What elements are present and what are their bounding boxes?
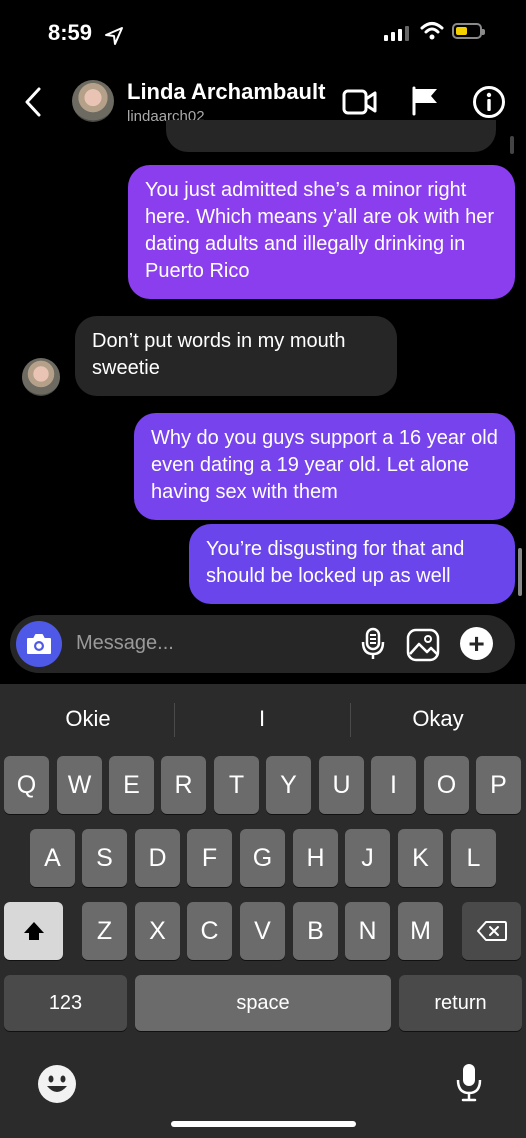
key-p[interactable]: P bbox=[476, 756, 521, 814]
camera-icon bbox=[27, 634, 51, 654]
suggestion-divider bbox=[350, 703, 351, 737]
video-camera-icon[interactable] bbox=[342, 88, 378, 116]
key-b[interactable]: B bbox=[293, 902, 338, 960]
scrollbar[interactable] bbox=[518, 548, 522, 596]
location-arrow-icon bbox=[105, 27, 123, 45]
home-indicator[interactable] bbox=[171, 1121, 356, 1127]
cellular-signal-icon bbox=[384, 26, 409, 41]
plus-icon[interactable]: + bbox=[460, 627, 493, 660]
key-y[interactable]: Y bbox=[266, 756, 311, 814]
flag-icon[interactable] bbox=[410, 86, 440, 116]
contact-name[interactable]: Linda Archambault bbox=[127, 79, 325, 105]
key-d[interactable]: D bbox=[135, 829, 180, 887]
emoji-icon[interactable] bbox=[38, 1065, 76, 1103]
received-message[interactable]: Don’t put words in my mouth sweetie bbox=[75, 316, 397, 396]
previous-message-bubble bbox=[166, 120, 496, 152]
key-w[interactable]: W bbox=[57, 756, 102, 814]
info-icon[interactable] bbox=[472, 85, 506, 119]
shift-key[interactable] bbox=[4, 902, 63, 960]
suggestion-1[interactable]: Okie bbox=[3, 706, 173, 732]
key-g[interactable]: G bbox=[240, 829, 285, 887]
key-z[interactable]: Z bbox=[82, 902, 127, 960]
wifi-icon bbox=[420, 22, 444, 40]
key-i[interactable]: I bbox=[371, 756, 416, 814]
key-s[interactable]: S bbox=[82, 829, 127, 887]
key-x[interactable]: X bbox=[135, 902, 180, 960]
key-o[interactable]: O bbox=[424, 756, 469, 814]
status-time: 8:59 bbox=[48, 20, 93, 45]
key-f[interactable]: F bbox=[187, 829, 232, 887]
key-a[interactable]: A bbox=[30, 829, 75, 887]
return-key[interactable]: return bbox=[399, 975, 522, 1031]
key-v[interactable]: V bbox=[240, 902, 285, 960]
delete-key[interactable] bbox=[462, 902, 521, 960]
microphone-icon[interactable] bbox=[360, 627, 386, 661]
message-input[interactable] bbox=[76, 632, 336, 655]
numbers-key[interactable]: 123 bbox=[4, 975, 127, 1031]
key-n[interactable]: N bbox=[345, 902, 390, 960]
sent-message[interactable]: You just admitted she’s a minor right he… bbox=[128, 165, 515, 299]
dictation-microphone-icon[interactable] bbox=[455, 1062, 483, 1104]
contact-avatar-small bbox=[22, 358, 60, 396]
chevron-left-icon[interactable] bbox=[22, 86, 44, 118]
suggestion-2[interactable]: I bbox=[177, 706, 347, 732]
key-t[interactable]: T bbox=[214, 756, 259, 814]
suggestion-3[interactable]: Okay bbox=[353, 706, 523, 732]
shift-icon bbox=[23, 922, 44, 940]
camera-button[interactable] bbox=[16, 621, 62, 667]
key-m[interactable]: M bbox=[398, 902, 443, 960]
key-j[interactable]: J bbox=[345, 829, 390, 887]
key-c[interactable]: C bbox=[187, 902, 232, 960]
contact-avatar[interactable] bbox=[72, 80, 114, 122]
delete-icon bbox=[476, 921, 507, 941]
space-key[interactable]: space bbox=[135, 975, 391, 1031]
battery-icon bbox=[452, 23, 485, 39]
key-e[interactable]: E bbox=[109, 756, 154, 814]
key-u[interactable]: U bbox=[319, 756, 364, 814]
scroll-indicator-top bbox=[510, 136, 514, 154]
key-k[interactable]: K bbox=[398, 829, 443, 887]
image-icon[interactable] bbox=[406, 628, 440, 662]
key-r[interactable]: R bbox=[161, 756, 206, 814]
suggestion-divider bbox=[174, 703, 175, 737]
sent-message[interactable]: Why do you guys support a 16 year old ev… bbox=[134, 413, 515, 520]
key-q[interactable]: Q bbox=[4, 756, 49, 814]
key-l[interactable]: L bbox=[451, 829, 496, 887]
sent-message[interactable]: You’re disgusting for that and should be… bbox=[189, 524, 515, 604]
key-h[interactable]: H bbox=[293, 829, 338, 887]
